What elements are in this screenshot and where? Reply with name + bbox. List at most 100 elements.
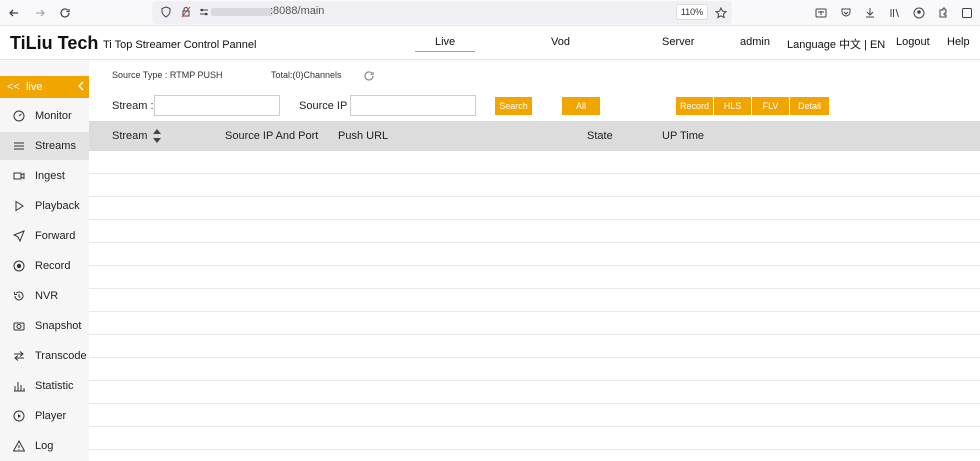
table-row-divider xyxy=(89,173,980,174)
sidebar-item-label: Playback xyxy=(35,200,80,212)
sidebar-item-log[interactable]: Log xyxy=(0,432,89,460)
sidebar-item-label: Streams xyxy=(35,140,76,152)
nav-live[interactable]: Live xyxy=(435,36,455,48)
swap-icon xyxy=(12,349,26,363)
account-icon[interactable] xyxy=(910,4,928,22)
back-arrow-icon[interactable] xyxy=(5,4,23,22)
all-button[interactable]: All xyxy=(562,97,600,115)
table-header: Stream Source IP And Port Push URL State… xyxy=(89,121,980,151)
sidebar-item-player[interactable]: Player xyxy=(0,402,89,430)
nav-language[interactable]: Language 中文 | EN xyxy=(787,36,885,52)
warning-icon xyxy=(12,439,26,453)
play-circle-icon xyxy=(12,409,26,423)
shield-icon[interactable] xyxy=(157,3,175,21)
table-row-divider xyxy=(89,357,980,358)
table-row-divider xyxy=(89,242,980,243)
sidebar-item-ingest[interactable]: Ingest xyxy=(0,162,89,190)
sidebar-item-snapshot[interactable]: Snapshot xyxy=(0,312,89,340)
sidebar-item-playback[interactable]: Playback xyxy=(0,192,89,220)
table-row-divider xyxy=(89,449,980,450)
collapse-chevron-icon[interactable] xyxy=(77,79,85,96)
brand-logo: TiLiu Tech xyxy=(10,33,99,53)
sidebar-item-label: Log xyxy=(35,440,54,452)
search-button[interactable]: Search xyxy=(495,97,532,115)
stream-input[interactable] xyxy=(154,95,280,116)
active-nav-underline xyxy=(415,51,475,52)
sidebar-section-live[interactable]: << live xyxy=(0,76,89,98)
url-text[interactable]: :8088/main xyxy=(270,5,324,17)
camera-icon xyxy=(12,319,26,333)
total-channels-text: Total:(0)Channels xyxy=(271,70,342,80)
history-icon xyxy=(12,289,26,303)
play-icon xyxy=(12,199,26,213)
library-icon[interactable] xyxy=(886,4,904,22)
sidebar-item-label: Monitor xyxy=(35,110,72,122)
table-row-divider xyxy=(89,219,980,220)
list-icon xyxy=(12,139,26,153)
sidebar: << live Monitor Streams Ingest Playback … xyxy=(0,60,89,461)
table-row-divider xyxy=(89,334,980,335)
sidebar-item-statistic[interactable]: Statistic xyxy=(0,372,89,400)
sidebar-item-monitor[interactable]: Monitor xyxy=(0,102,89,130)
column-header-stream[interactable]: Stream xyxy=(112,130,147,142)
table-row-divider xyxy=(89,426,980,427)
sidebar-item-label: Player xyxy=(35,410,67,422)
table-row-divider xyxy=(89,311,980,312)
stream-label: Stream : xyxy=(112,100,154,112)
url-host-redacted xyxy=(211,8,273,16)
video-camera-icon xyxy=(12,169,26,183)
forward-arrow-icon[interactable] xyxy=(31,4,49,22)
column-header-source-ip: Source IP And Port xyxy=(225,130,319,142)
sidebar-item-label: Snapshot xyxy=(35,320,82,332)
translate-icon[interactable] xyxy=(812,4,830,22)
bookmark-star-icon[interactable] xyxy=(712,4,730,22)
column-header-state: State xyxy=(587,130,613,142)
table-row-divider xyxy=(89,403,980,404)
bar-chart-icon xyxy=(12,379,26,393)
download-icon[interactable] xyxy=(861,4,879,22)
flv-button[interactable]: FLV xyxy=(752,97,789,115)
sidebar-item-label: Forward xyxy=(35,230,76,242)
nav-admin[interactable]: admin xyxy=(740,36,770,48)
sidebar-item-label: Ingest xyxy=(35,170,65,182)
sidebar-section-label: << live xyxy=(7,81,43,93)
reload-icon[interactable] xyxy=(56,4,74,22)
gauge-icon xyxy=(12,109,26,123)
zoom-level-badge[interactable]: 110% xyxy=(676,4,708,20)
source-type-text: Source Type : RTMP PUSH xyxy=(112,70,223,80)
column-header-up-time: UP Time xyxy=(662,130,704,142)
sidebar-item-label: Transcode xyxy=(35,350,87,362)
sidebar-item-label: Statistic xyxy=(35,380,74,392)
refresh-icon[interactable] xyxy=(363,69,375,81)
nav-vod[interactable]: Vod xyxy=(551,36,570,48)
sidebar-item-nvr[interactable]: NVR xyxy=(0,282,89,310)
sidebar-item-forward[interactable]: Forward xyxy=(0,222,89,250)
nav-help[interactable]: Help xyxy=(947,36,970,48)
nav-logout[interactable]: Logout xyxy=(896,36,930,48)
send-icon xyxy=(12,229,26,243)
table-row-divider xyxy=(89,196,980,197)
record-icon xyxy=(12,259,26,273)
column-header-push-url: Push URL xyxy=(338,130,389,142)
extensions-icon[interactable] xyxy=(934,4,952,22)
pocket-icon[interactable] xyxy=(837,4,855,22)
sidebar-item-transcode[interactable]: Transcode xyxy=(0,342,89,370)
table-row-divider xyxy=(89,265,980,266)
nav-server[interactable]: Server xyxy=(662,36,694,48)
sidebar-item-record[interactable]: Record xyxy=(0,252,89,280)
table-row-divider xyxy=(89,380,980,381)
lock-icon[interactable] xyxy=(177,3,195,21)
browser-toolbar: :8088/main 110% xyxy=(0,0,980,26)
sidebar-item-label: NVR xyxy=(35,290,59,302)
hls-button[interactable]: HLS xyxy=(714,97,751,115)
source-ip-input[interactable] xyxy=(350,95,476,116)
sidebar-item-streams[interactable]: Streams xyxy=(0,132,89,160)
sort-icon[interactable] xyxy=(152,128,162,144)
sidebar-item-label: Record xyxy=(35,260,71,272)
record-button[interactable]: Record xyxy=(676,97,713,115)
window-icon[interactable] xyxy=(958,4,976,22)
detail-button[interactable]: Detail xyxy=(790,97,829,115)
source-ip-label: Source IP : xyxy=(299,100,354,112)
app-header: TiLiu Tech Ti Top Streamer Control Panne… xyxy=(0,26,980,60)
brand-subtitle: Ti Top Streamer Control Pannel xyxy=(103,39,257,51)
